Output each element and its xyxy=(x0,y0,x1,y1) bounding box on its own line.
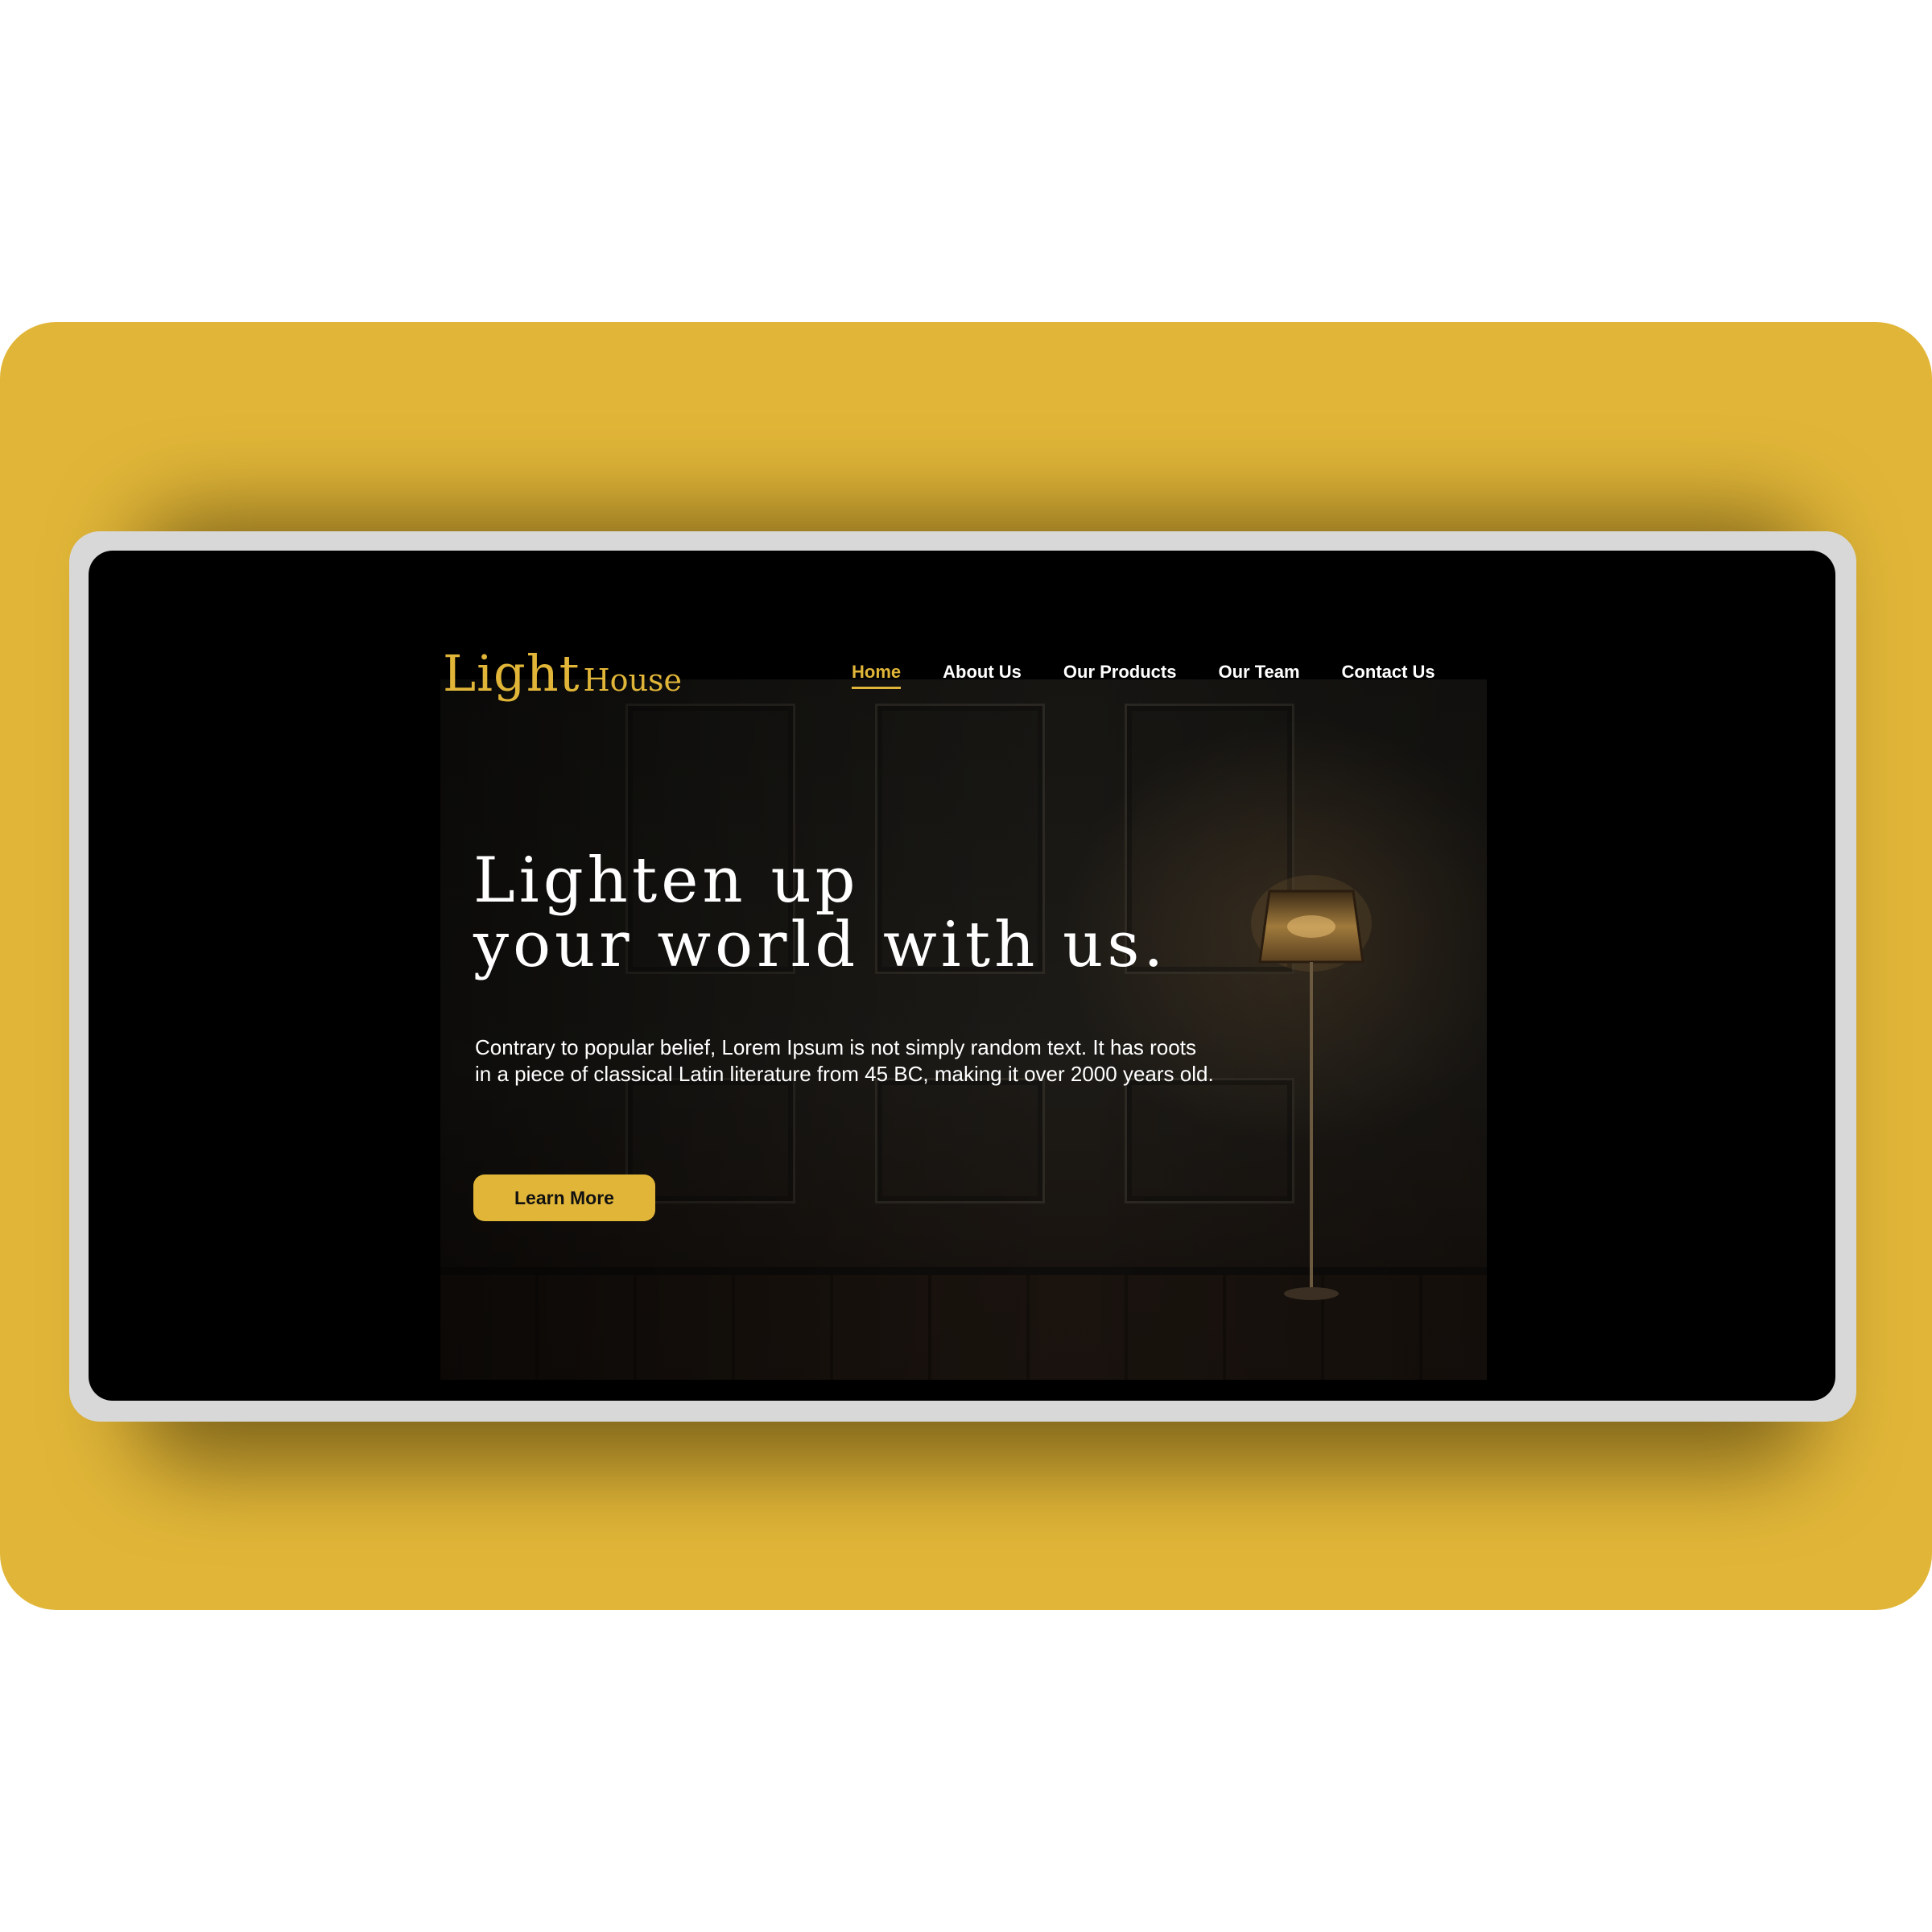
logo-house-text: House xyxy=(583,663,683,698)
nav-our-team[interactable]: Our Team xyxy=(1218,662,1299,687)
nav-about-us[interactable]: About Us xyxy=(943,662,1022,687)
nav-contact-us[interactable]: Contact Us xyxy=(1342,662,1435,687)
main-nav: Home About Us Our Products Our Team Cont… xyxy=(852,662,1477,689)
hero-description: Contrary to popular belief, Lorem Ipsum … xyxy=(475,1035,1214,1086)
nav-home[interactable]: Home xyxy=(852,662,902,689)
device-frame: Light House Home About Us Our Products O… xyxy=(69,531,1856,1422)
hero-headline: Lighten up your world with us. xyxy=(473,848,1167,977)
hero-background-image xyxy=(440,679,1487,1380)
lighthouse-logo-icon[interactable]: Light House xyxy=(443,634,682,699)
hero-headline-line-1: Lighten up xyxy=(473,844,860,917)
hero-headline-line-2: your world with us. xyxy=(473,909,1168,981)
nav-our-products[interactable]: Our Products xyxy=(1063,662,1177,687)
logo-light-text: Light xyxy=(443,644,580,703)
learn-more-button[interactable]: Learn More xyxy=(473,1174,655,1221)
website-screen: Light House Home About Us Our Products O… xyxy=(89,551,1835,1401)
